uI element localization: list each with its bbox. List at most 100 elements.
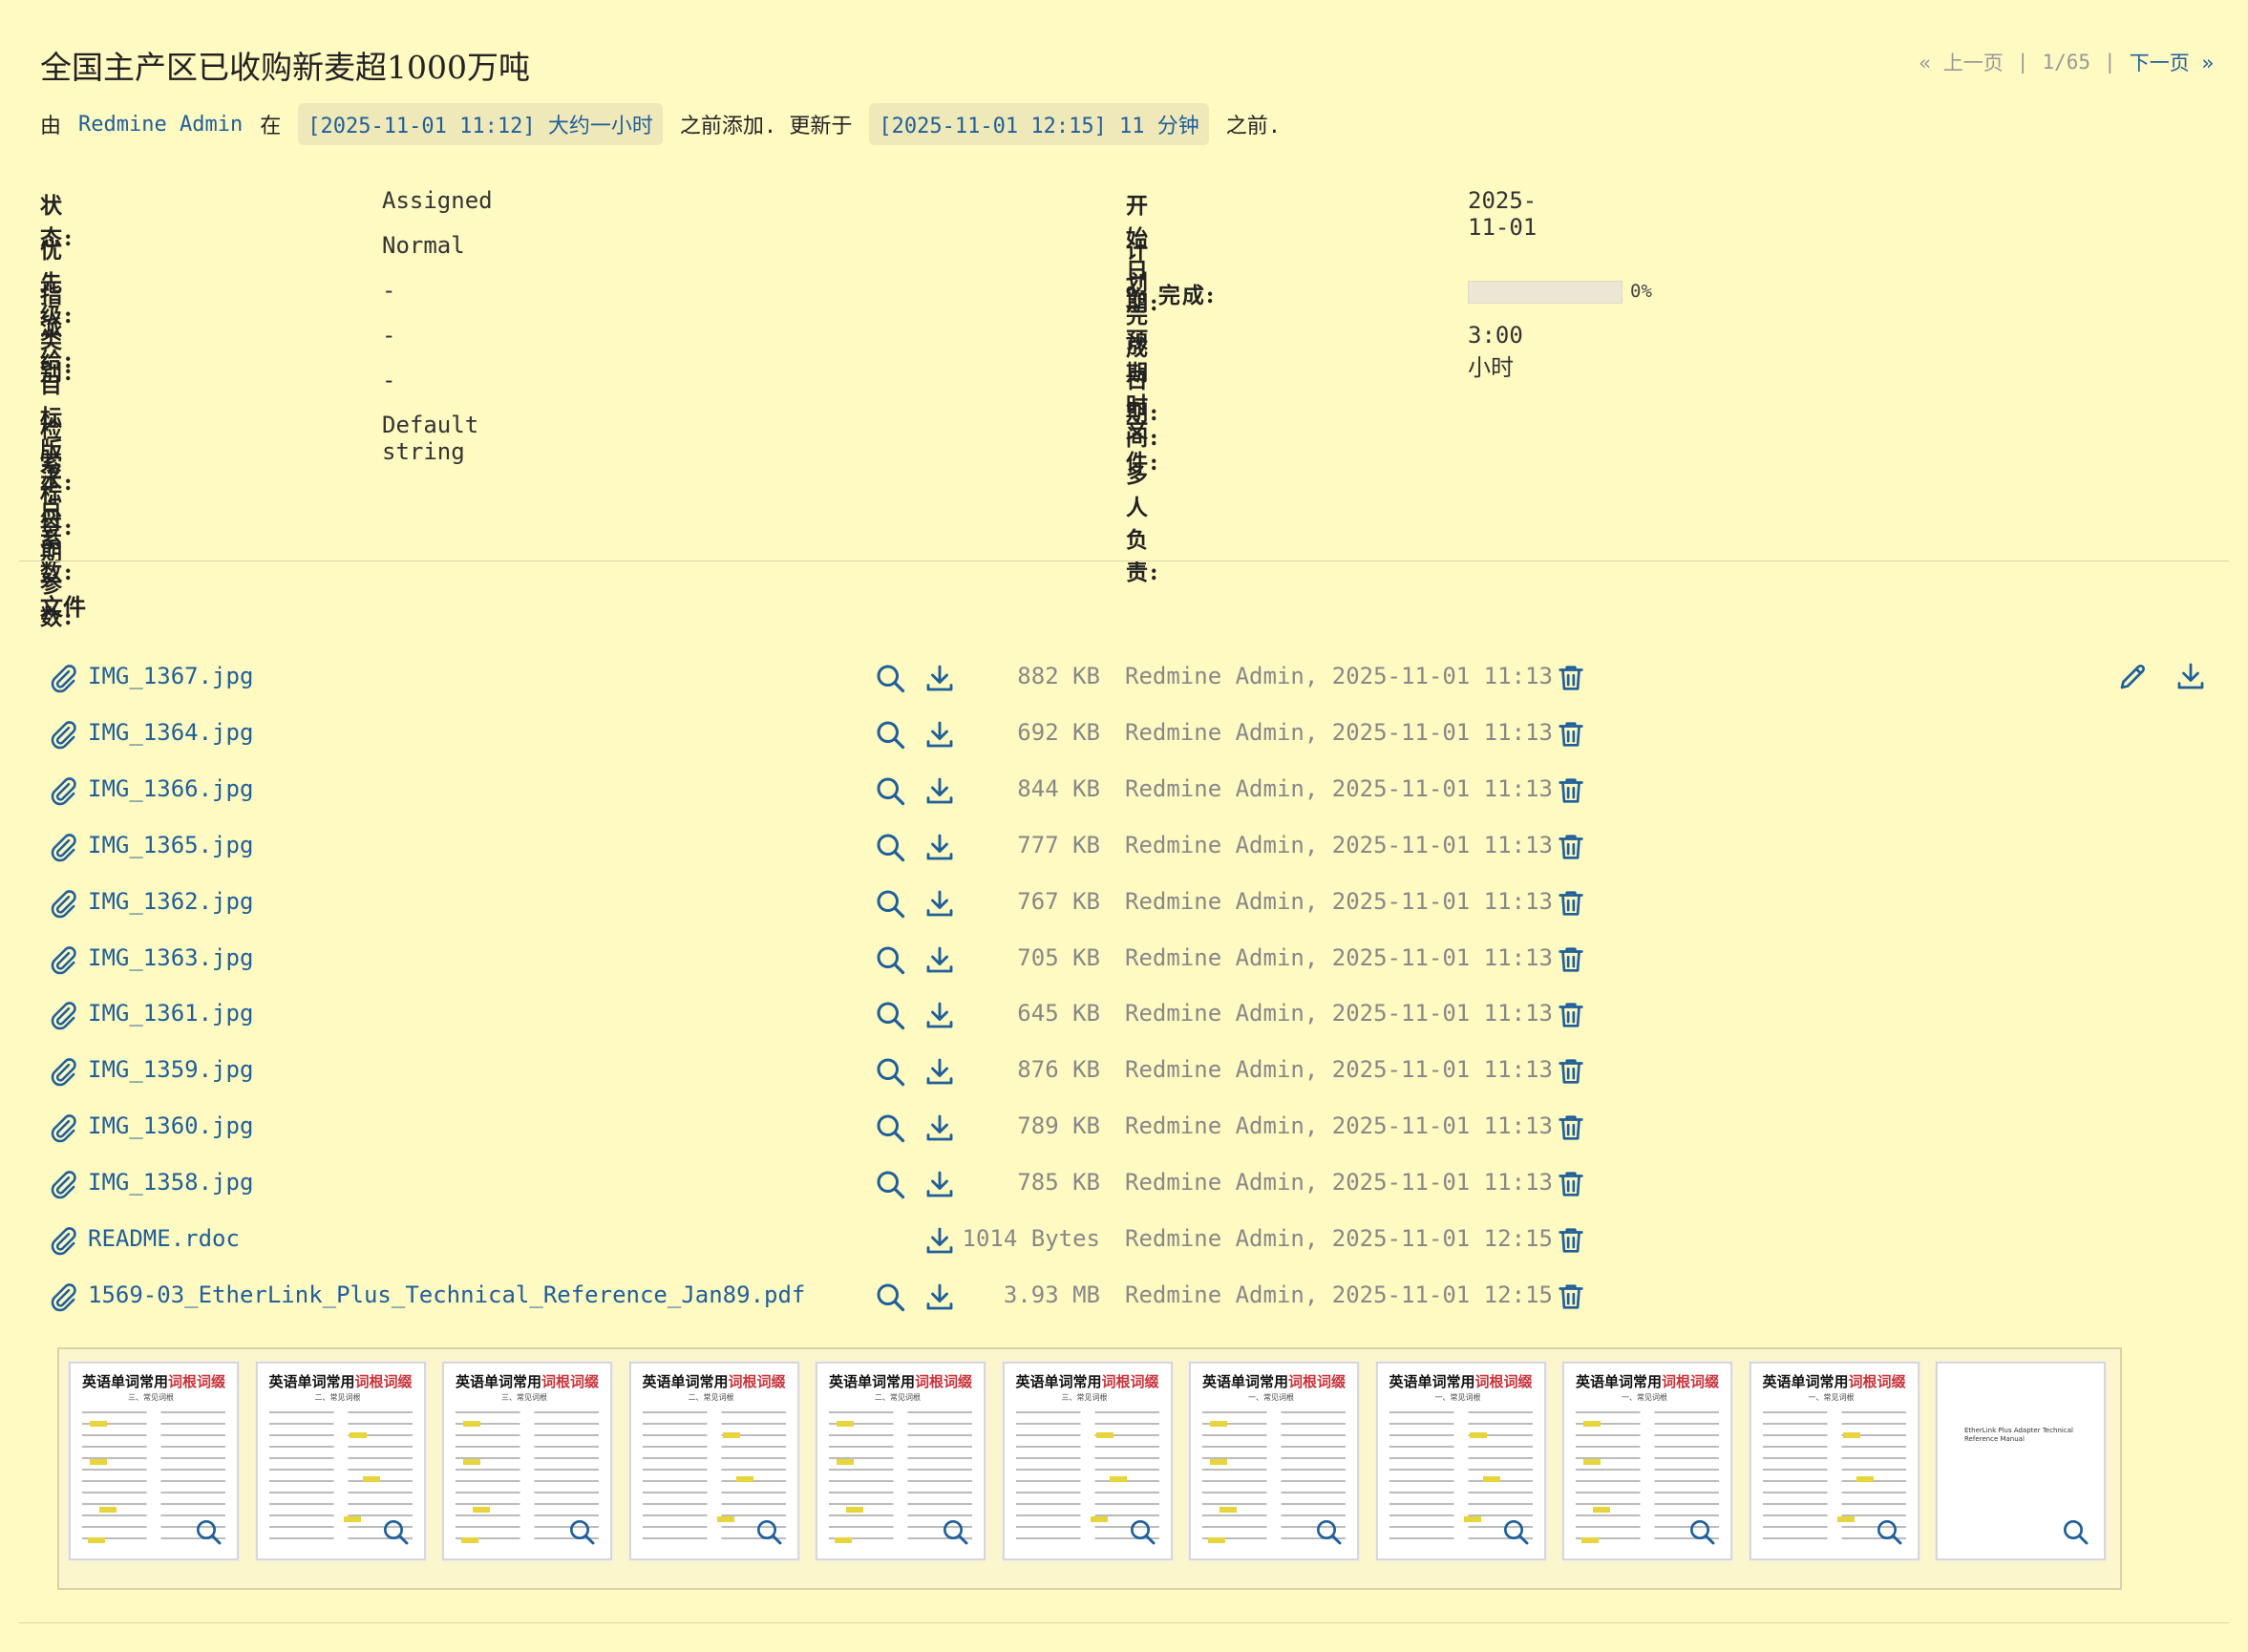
download-icon[interactable] bbox=[923, 1280, 957, 1314]
download-icon[interactable] bbox=[923, 1223, 957, 1258]
download-icon[interactable] bbox=[923, 1054, 957, 1089]
attachment-link[interactable]: IMG_1361.jpg bbox=[88, 1000, 253, 1027]
thumbnails-strip: 英语单词常用词根词缀 三、常见词根 英语单词常用词根词缀 二、常见词根 英语单词常用词根… bbox=[57, 1347, 2122, 1590]
prev-page-link[interactable]: « 上一页 bbox=[1919, 48, 2004, 76]
attachment-link[interactable]: README.rdoc bbox=[88, 1225, 240, 1252]
magnifier-icon[interactable] bbox=[1874, 1516, 1904, 1547]
magnifier-icon[interactable] bbox=[873, 830, 907, 864]
attachment-link[interactable]: IMG_1366.jpg bbox=[88, 775, 253, 802]
attachment-link[interactable]: IMG_1364.jpg bbox=[88, 719, 253, 746]
download-icon[interactable] bbox=[923, 717, 957, 752]
thumbnail-pdf[interactable]: EtherLink Plus Adapter Technical Referen… bbox=[1936, 1362, 2106, 1560]
download-icon[interactable] bbox=[923, 773, 957, 808]
thumbnail-image[interactable]: 英语单词常用词根词缀 三、常见词根 bbox=[442, 1362, 612, 1560]
trash-icon[interactable] bbox=[1555, 998, 1587, 1032]
download-icon[interactable] bbox=[923, 998, 957, 1032]
magnifier-icon[interactable] bbox=[1500, 1516, 1531, 1547]
magnifier-icon[interactable] bbox=[1686, 1516, 1717, 1547]
magnifier-icon[interactable] bbox=[873, 773, 907, 808]
attachment-link[interactable]: IMG_1359.jpg bbox=[88, 1056, 253, 1083]
attachment-link[interactable]: IMG_1360.jpg bbox=[88, 1112, 253, 1139]
download-icon[interactable] bbox=[923, 1167, 957, 1201]
updated-time-link[interactable]: [2025-11-01 12:15] 11 分钟 bbox=[869, 103, 1209, 145]
thumbnail-image[interactable]: 英语单词常用词根词缀 二、常见词根 bbox=[628, 1362, 799, 1560]
download-icon[interactable] bbox=[923, 942, 957, 977]
trash-icon[interactable] bbox=[1555, 1111, 1587, 1145]
trash-icon[interactable] bbox=[1555, 886, 1587, 921]
trash-icon[interactable] bbox=[1555, 942, 1587, 977]
thumbnail-title: 英语单词常用词根词缀 bbox=[642, 1373, 786, 1390]
download-icon[interactable] bbox=[923, 830, 957, 864]
highlight-mark bbox=[1469, 1432, 1487, 1438]
trash-icon[interactable] bbox=[1555, 717, 1587, 752]
attachment-link[interactable]: IMG_1367.jpg bbox=[88, 663, 253, 689]
created-time-link[interactable]: [2025-11-01 11:12] 大约一小时 bbox=[298, 103, 663, 145]
magnifier-icon[interactable] bbox=[873, 661, 907, 695]
magnifier-icon[interactable] bbox=[380, 1516, 411, 1547]
magnifier-icon[interactable] bbox=[2060, 1516, 2090, 1547]
issue-title: 全国主产区已收购新麦超1000万吨 bbox=[40, 49, 530, 86]
highlight-mark bbox=[349, 1432, 367, 1438]
magnifier-icon[interactable] bbox=[1127, 1516, 1157, 1547]
magnifier-icon[interactable] bbox=[873, 998, 907, 1032]
thumbnail-image[interactable]: 英语单词常用词根词缀 三、常见词根 bbox=[1002, 1362, 1173, 1560]
magnifier-icon[interactable] bbox=[753, 1516, 784, 1547]
paperclip-icon bbox=[51, 1002, 76, 1030]
trash-icon[interactable] bbox=[1555, 1223, 1587, 1258]
magnifier-icon[interactable] bbox=[566, 1516, 597, 1547]
attachment-link[interactable]: IMG_1363.jpg bbox=[88, 944, 253, 971]
pager-separator: | bbox=[2104, 51, 2116, 74]
trash-icon[interactable] bbox=[1555, 1167, 1587, 1201]
thumbnail-title: 英语单词常用词根词缀 bbox=[268, 1373, 413, 1390]
trash-icon[interactable] bbox=[1555, 830, 1587, 864]
pencil-icon[interactable] bbox=[2116, 659, 2151, 693]
magnifier-icon[interactable] bbox=[873, 1054, 907, 1089]
download-icon[interactable] bbox=[923, 886, 957, 921]
trash-icon[interactable] bbox=[1555, 1054, 1587, 1089]
paperclip-icon bbox=[51, 889, 76, 918]
magnifier-icon[interactable] bbox=[873, 942, 907, 977]
highlight-mark bbox=[463, 1459, 480, 1465]
thumbnail-image[interactable]: 英语单词常用词根词缀 二、常见词根 bbox=[816, 1362, 986, 1560]
highlight-mark bbox=[1856, 1476, 1874, 1482]
thumbnail-image[interactable]: 英语单词常用词根词缀 一、常见词根 bbox=[1749, 1362, 1919, 1560]
attachment-size: 705 KB bbox=[1017, 943, 1100, 971]
magnifier-icon[interactable] bbox=[873, 1111, 907, 1145]
thumbnail-image[interactable]: 英语单词常用词根词缀 一、常见词根 bbox=[1562, 1362, 1732, 1560]
attachment-size: 777 KB bbox=[1017, 831, 1100, 858]
highlight-mark bbox=[1842, 1432, 1860, 1438]
highlight-mark bbox=[1210, 1459, 1227, 1465]
attachment-size: 882 KB bbox=[1017, 663, 1100, 689]
thumbnail-subtitle: 一、常见词根 bbox=[1248, 1393, 1294, 1402]
attachment-link[interactable]: IMG_1362.jpg bbox=[88, 888, 253, 915]
attr-done-ratio: % 完成: 0% bbox=[1126, 277, 1890, 315]
magnifier-icon[interactable] bbox=[873, 1167, 907, 1201]
download-icon[interactable] bbox=[923, 1111, 957, 1145]
highlight-mark bbox=[1210, 1421, 1227, 1427]
magnifier-icon[interactable] bbox=[940, 1516, 970, 1547]
trash-icon[interactable] bbox=[1555, 1280, 1587, 1314]
issue-page: 全国主产区已收购新麦超1000万吨 « 上一页 | 1/65 | 下一页 » 由… bbox=[0, 0, 2248, 1652]
attachment-size: 1014 Bytes bbox=[962, 1225, 1101, 1252]
download-all-icon[interactable] bbox=[2174, 659, 2208, 693]
next-page-link[interactable]: 下一页 » bbox=[2130, 48, 2214, 76]
thumbnail-title: 英语单词常用词根词缀 bbox=[1762, 1373, 1906, 1390]
attr-value: Assigned bbox=[382, 187, 493, 214]
trash-icon[interactable] bbox=[1555, 773, 1587, 808]
thumbnail-image[interactable]: 英语单词常用词根词缀 三、常见词根 bbox=[69, 1362, 239, 1560]
attachment-link[interactable]: 1569-03_EtherLink_Plus_Technical_Referen… bbox=[88, 1281, 805, 1308]
magnifier-icon[interactable] bbox=[873, 886, 907, 921]
magnifier-icon[interactable] bbox=[1313, 1516, 1344, 1547]
thumbnail-image[interactable]: 英语单词常用词根词缀 二、常见词根 bbox=[255, 1362, 426, 1560]
magnifier-icon[interactable] bbox=[193, 1516, 223, 1547]
attachment-link[interactable]: IMG_1358.jpg bbox=[88, 1169, 253, 1196]
thumbnail-image[interactable]: 英语单词常用词根词缀 一、常见词根 bbox=[1189, 1362, 1359, 1560]
magnifier-icon[interactable] bbox=[873, 1280, 907, 1314]
trash-icon[interactable] bbox=[1555, 661, 1587, 695]
highlight-mark bbox=[835, 1537, 852, 1543]
magnifier-icon[interactable] bbox=[873, 717, 907, 752]
download-icon[interactable] bbox=[923, 661, 957, 695]
attachment-link[interactable]: IMG_1365.jpg bbox=[88, 832, 253, 858]
thumbnail-image[interactable]: 英语单词常用词根词缀 一、常见词根 bbox=[1375, 1362, 1546, 1560]
author-link[interactable]: Redmine Admin bbox=[78, 113, 243, 137]
